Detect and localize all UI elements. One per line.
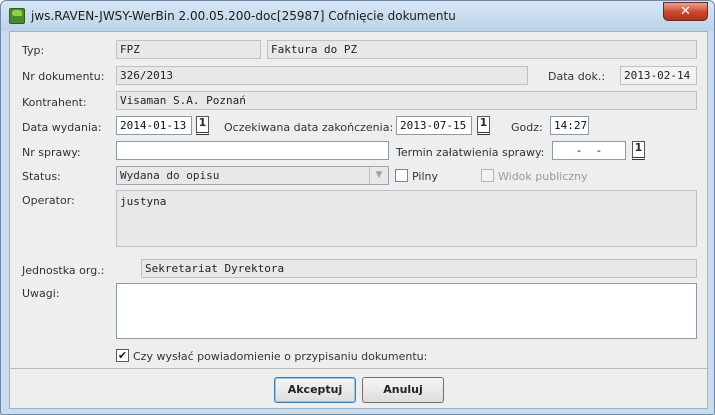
pilny-checkbox[interactable] [395,169,408,182]
oczekiwana-data-input[interactable]: 2013-07-15 [396,116,472,135]
godz-input[interactable]: 14:27 [550,116,589,135]
uwagi-textarea[interactable] [116,283,697,339]
kontrahent-field: Visaman S.A. Poznań [116,91,697,110]
status-select[interactable]: Wydana do opisu ▼ [116,166,389,185]
cancel-button[interactable]: Anuluj [362,377,444,403]
status-value: Wydana do opisu [120,169,220,182]
data-wydania-label: Data wydania: [22,121,102,134]
typ-code-field: FPZ [116,40,261,59]
dialog-content: Typ: FPZ Faktura do PZ Nr dokumentu: 326… [9,31,708,409]
typ-name-field: Faktura do PZ [267,40,697,59]
oczekiwana-data-label: Oczekiwana data zakończenia: [224,121,394,134]
data-wydania-input[interactable]: 2014-01-13 [116,116,192,135]
window-title: jws.RAVEN-JWSY-WerBin 2.00.05.200-doc[25… [31,9,456,23]
nr-sprawy-label: Nr sprawy: [22,146,81,159]
uwagi-label: Uwagi: [22,287,60,300]
operator-label: Operator: [22,194,75,207]
title-bar[interactable]: jws.RAVEN-JWSY-WerBin 2.00.05.200-doc[25… [1,1,714,31]
godz-label: Godz: [511,121,543,134]
chevron-down-icon[interactable]: ▼ [369,167,388,184]
separator [10,368,707,369]
pilny-label: Pilny [412,170,438,183]
app-icon [9,8,25,24]
data-wydania-calendar-icon[interactable]: 1 [196,116,209,135]
termin-label: Termin załatwienia sprawy: [396,146,545,159]
accept-button[interactable]: Akceptuj [274,377,356,403]
jednostka-field: Sekretariat Dyrektora [141,259,697,278]
close-button[interactable]: ✕ [663,2,708,21]
termin-input[interactable]: - - [552,141,626,160]
jednostka-label: Jednostka org.: [22,264,105,277]
data-dok-field: 2013-02-14 [620,66,697,85]
nr-dokumentu-field: 326/2013 [116,66,528,85]
oczekiwana-data-calendar-icon[interactable]: 1 [477,116,490,135]
nr-sprawy-input[interactable] [116,141,389,160]
widok-publiczny-label: Widok publiczny [498,170,588,183]
operator-field: justyna [116,190,697,247]
nr-dokumentu-label: Nr dokumentu: [22,70,105,83]
typ-label: Typ: [22,44,45,57]
powiadomienie-checkbox[interactable]: ✔ [116,349,129,362]
widok-publiczny-checkbox[interactable] [481,169,494,182]
termin-calendar-icon[interactable]: 1 [632,141,645,160]
dialog-window: jws.RAVEN-JWSY-WerBin 2.00.05.200-doc[25… [0,0,715,415]
status-label: Status: [22,170,61,183]
kontrahent-label: Kontrahent: [22,96,87,109]
powiadomienie-label: Czy wysłać powiadomienie o przypisaniu d… [133,350,428,363]
data-dok-label: Data dok.: [548,70,606,83]
